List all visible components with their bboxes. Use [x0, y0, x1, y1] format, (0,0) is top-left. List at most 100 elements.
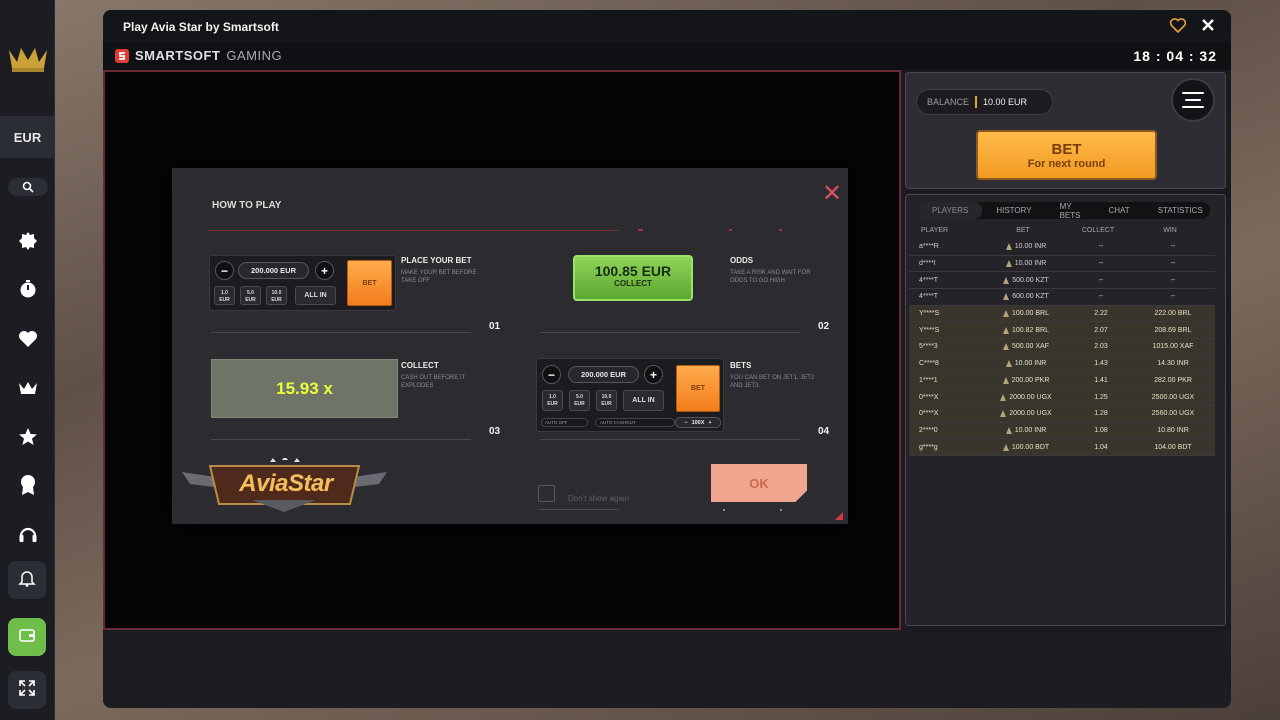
player-name: 2****0	[919, 426, 938, 434]
jet-icon	[1002, 376, 1009, 384]
multiplier-value: 15.93 x	[276, 378, 333, 398]
tab-players[interactable]: PLAYERS	[918, 202, 983, 219]
modal-close-icon[interactable]: ✕	[822, 182, 842, 206]
bet-amount: 2000.00 UGX	[1009, 393, 1052, 401]
how-to-play-modal: HOW TO PLAY ✕ − 200.000 EUR + 1.0 EUR 5.0…	[172, 168, 848, 524]
aviastar-logo-text: AviaStar	[239, 470, 333, 497]
all-in-preview: ALL IN	[623, 390, 664, 411]
jet-icon	[1005, 426, 1012, 434]
currency-selector[interactable]: EUR	[0, 116, 55, 158]
win-cell: 104.00 BDT	[1154, 443, 1192, 451]
bet-amount: 10.00 INR	[1014, 426, 1047, 434]
bet-button[interactable]: BET For next round	[976, 130, 1157, 180]
bet-amount: 100.00 BRL	[1012, 310, 1049, 318]
balance-display: BALANCE 10.00 EUR	[916, 89, 1053, 115]
jet-icon	[1003, 343, 1010, 351]
table-row: 4****T 500.00 KZT -- --	[909, 272, 1215, 290]
window-titlebar: Play Avia Star by Smartsoft	[103, 10, 1231, 43]
collect-cell: 2.03	[1094, 343, 1108, 351]
minus-icon: −	[542, 365, 561, 384]
tab-statistics[interactable]: STATISTICS	[1144, 202, 1217, 219]
bet-amount: 2000.00 UGX	[1009, 410, 1052, 418]
wallet-button[interactable]	[8, 618, 46, 656]
player-name: Y****S	[919, 326, 940, 334]
table-row: C****8 10.00 INR 1.43 14.30 INR	[909, 355, 1215, 373]
odds-value: 100.85 EUR	[594, 263, 672, 279]
player-name: 1****1	[919, 376, 938, 384]
bottom-strip	[103, 630, 1231, 708]
player-name: C****8	[919, 360, 939, 368]
chip-10: 10.0 EUR	[596, 390, 617, 411]
section-collect: COLLECT CASH OUT BEFORE IT EXPLODES	[401, 361, 491, 390]
bet-cell: 100.00 BRL	[981, 310, 1071, 318]
close-icon[interactable]	[1201, 18, 1215, 35]
deco-dot	[779, 229, 782, 231]
award-icon[interactable]	[15, 472, 40, 497]
step-number: 04	[818, 426, 830, 437]
stopwatch-icon[interactable]	[15, 276, 40, 301]
aviastar-logo: AviaStar	[182, 456, 387, 513]
minus-icon: −	[215, 261, 234, 280]
bet-amount: 500.00 KZT	[1012, 276, 1049, 284]
ok-button[interactable]: OK	[711, 464, 807, 502]
smartsoft-logo: SMARTSOFT GAMING	[115, 48, 282, 63]
crown-logo-icon[interactable]	[7, 42, 49, 74]
hamburger-menu-icon[interactable]	[1171, 78, 1215, 122]
collect-cell: --	[1098, 243, 1104, 251]
wallet-icon	[18, 627, 36, 648]
win-cell: 14.30 INR	[1157, 360, 1189, 368]
search-icon[interactable]	[8, 178, 48, 196]
win-cell: --	[1170, 276, 1176, 284]
player-name: 0****X	[919, 410, 939, 418]
balance-value: 10.00 EUR	[983, 97, 1028, 107]
table-rows: a****R 10.00 INR -- -- d****I 10.00 INR -- -- 4*…	[909, 239, 1215, 456]
table-row: Y****S 100.00 BRL 2.22 222.00 BRL	[909, 305, 1215, 323]
deco-dot	[780, 509, 782, 511]
new-badge-icon[interactable]	[15, 228, 40, 253]
bet-cell: 10.00 INR	[981, 243, 1071, 251]
jet-icon	[1003, 293, 1010, 301]
clock: 18 : 04 : 32	[1133, 48, 1217, 64]
cashout-value: −100X +	[675, 417, 721, 428]
bet-panel: BALANCE 10.00 EUR BET For next round PLA…	[903, 70, 1231, 630]
table-row: a****R 10.00 INR -- --	[909, 239, 1215, 256]
collect-cell: 1.28	[1094, 410, 1108, 418]
brand-strong: SMARTSOFT	[135, 48, 221, 63]
balance-divider	[975, 96, 978, 108]
jet-icon	[1003, 326, 1009, 334]
section-odds: ODDS TAKE A RISK AND WAIT FOR ODDS TO GO…	[730, 256, 820, 285]
favorite-heart-icon[interactable]	[1169, 18, 1187, 36]
player-name: Y****S	[919, 310, 940, 318]
balance-box: BALANCE 10.00 EUR BET For next round	[905, 72, 1226, 189]
tab-my-bets[interactable]: MY BETS	[1046, 202, 1095, 220]
crown-icon[interactable]	[15, 375, 40, 400]
headset-icon[interactable]	[15, 521, 40, 546]
bet-amount: 10.00 INR	[1014, 260, 1047, 268]
dont-show-checkbox[interactable]	[538, 485, 555, 502]
multiplier-preview: 15.93 x	[211, 359, 398, 418]
tab-chat[interactable]: CHAT	[1095, 202, 1144, 219]
tab-history[interactable]: HISTORY	[982, 202, 1045, 219]
step-number: 03	[489, 426, 501, 437]
bet-amount: 200.00 PKR	[1011, 376, 1050, 384]
divider	[211, 332, 471, 333]
heart-icon[interactable]	[15, 326, 40, 351]
star-icon[interactable]	[15, 424, 40, 449]
fullscreen-button[interactable]	[8, 671, 46, 709]
bet-cell: 2000.00 UGX	[981, 410, 1071, 418]
collect-cell: 2.22	[1094, 310, 1108, 318]
players-table-box: PLAYERS HISTORY MY BETS CHAT STATISTICS …	[905, 194, 1226, 626]
bet-preview: BET	[347, 260, 392, 306]
win-cell: --	[1170, 243, 1176, 251]
notifications-button[interactable]	[8, 561, 46, 599]
table-row: 5****3 500.00 XAF 2.03 1015.00 XAF	[909, 339, 1215, 356]
table-row: 1****1 200.00 PKR 1.41 282.00 PKR	[909, 372, 1215, 390]
auto-off-label: AUTO OFF	[545, 420, 568, 425]
player-name: 4****T	[919, 276, 939, 284]
table-header: PLAYER BET COLLECT WIN	[906, 227, 1216, 234]
bet-cell: 500.00 KZT	[981, 276, 1071, 284]
bet-amount: 100.82 BRL	[1012, 326, 1049, 334]
bet-button-label: BET	[1051, 141, 1082, 158]
col-player: PLAYER	[921, 227, 949, 234]
collect-cell: 2.07	[1094, 326, 1108, 334]
